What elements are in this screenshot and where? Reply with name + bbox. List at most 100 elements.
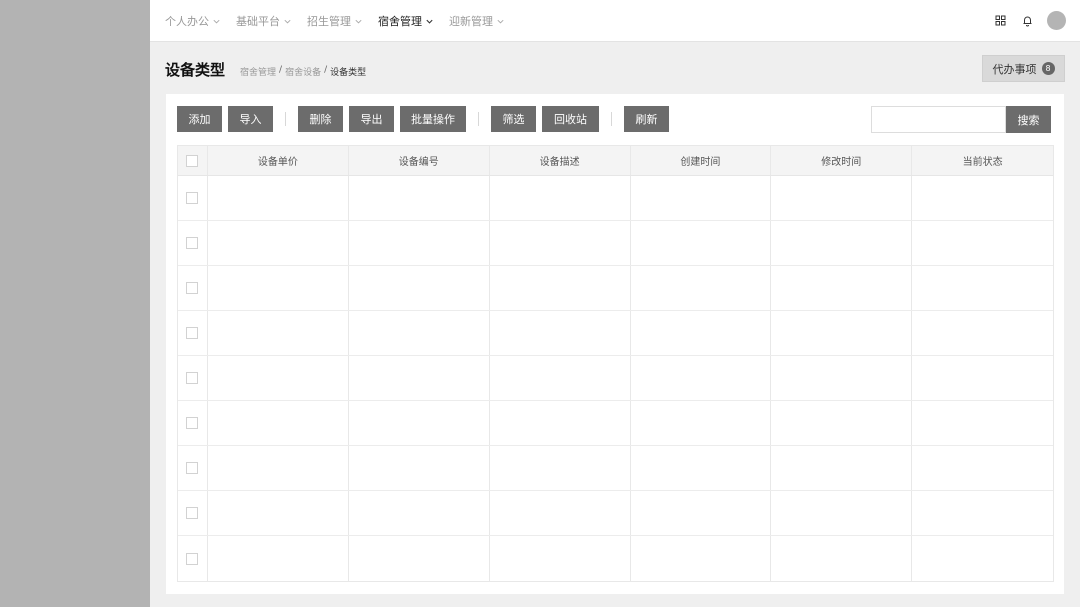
row-checkbox[interactable]	[186, 327, 199, 339]
apps-grid-icon[interactable]	[991, 12, 1009, 30]
chevron-down-icon	[426, 19, 433, 24]
row-checkbox[interactable]	[186, 462, 199, 474]
table-cell	[490, 491, 631, 535]
table-cell	[771, 446, 913, 490]
table-cell	[349, 221, 490, 265]
select-all-checkbox[interactable]	[186, 154, 199, 167]
table-cell	[631, 176, 772, 220]
row-checkbox-cell	[178, 311, 208, 355]
table-cell	[208, 221, 349, 265]
row-checkbox[interactable]	[186, 237, 199, 249]
row-checkbox[interactable]	[186, 372, 199, 384]
nav-item-orientation[interactable]: 迎新管理	[449, 13, 505, 29]
table-cell	[208, 311, 349, 355]
batch-operation-button[interactable]: 批量操作	[400, 106, 466, 132]
search-input[interactable]	[871, 106, 1006, 133]
bell-icon[interactable]	[1018, 12, 1036, 30]
table-cell	[631, 266, 772, 310]
table-cell	[349, 491, 490, 535]
table-cell	[349, 401, 490, 445]
toolbar-divider	[285, 112, 286, 126]
left-sidebar	[0, 0, 150, 607]
column-header[interactable]: 修改时间	[771, 146, 913, 175]
row-checkbox[interactable]	[186, 192, 199, 204]
table-row[interactable]	[178, 266, 1053, 311]
refresh-button[interactable]: 刷新	[624, 106, 669, 132]
table-row[interactable]	[178, 491, 1053, 536]
row-checkbox[interactable]	[186, 507, 199, 519]
export-button[interactable]: 导出	[349, 106, 394, 132]
table-row[interactable]	[178, 401, 1053, 446]
add-button[interactable]: 添加	[177, 106, 222, 132]
nav-item-enrollment[interactable]: 招生管理	[307, 13, 363, 29]
header-checkbox-cell	[178, 146, 208, 175]
row-checkbox[interactable]	[186, 417, 199, 429]
row-checkbox-cell	[178, 446, 208, 490]
avatar[interactable]	[1047, 11, 1066, 30]
table-cell	[631, 311, 772, 355]
table-cell	[208, 266, 349, 310]
table-cell	[490, 176, 631, 220]
todo-button[interactable]: 代办事项 8	[982, 55, 1065, 82]
table-cell	[912, 536, 1053, 581]
table-cell	[490, 221, 631, 265]
table-cell	[349, 446, 490, 490]
page-title: 设备类型	[165, 61, 226, 79]
table-cell	[631, 401, 772, 445]
search-button[interactable]: 搜索	[1006, 106, 1051, 133]
breadcrumb: 宿舍管理 / 宿舍设备 / 设备类型	[240, 65, 366, 78]
table-cell	[208, 401, 349, 445]
table-cell	[349, 176, 490, 220]
data-table: 设备单价 设备编号 设备描述 创建时间 修改时间 当前状态	[177, 145, 1054, 582]
table-cell	[771, 356, 913, 400]
table-row[interactable]	[178, 536, 1053, 581]
filter-button[interactable]: 筛选	[491, 106, 536, 132]
table-cell	[349, 356, 490, 400]
nav-item-label: 招生管理	[307, 15, 351, 28]
chevron-down-icon	[355, 19, 362, 23]
content-card: 添加 导入 删除 导出 批量操作 筛选 回收站 刷新 搜索 设备单价 设备编号 …	[166, 94, 1064, 594]
column-header[interactable]: 当前状态	[912, 146, 1053, 175]
table-cell	[771, 491, 913, 535]
table-cell	[490, 266, 631, 310]
table-cell	[208, 491, 349, 535]
table-cell	[912, 311, 1053, 355]
row-checkbox[interactable]	[186, 282, 199, 294]
row-checkbox-cell	[178, 221, 208, 265]
nav-item-dormitory[interactable]: 宿舍管理	[378, 13, 434, 29]
table-row[interactable]	[178, 311, 1053, 356]
column-header[interactable]: 创建时间	[631, 146, 772, 175]
row-checkbox[interactable]	[186, 552, 199, 565]
nav-item-base-platform[interactable]: 基础平台	[236, 13, 292, 29]
search-box: 搜索	[871, 106, 1051, 133]
chevron-down-icon	[497, 19, 504, 23]
chevron-down-icon	[213, 19, 220, 23]
todo-label: 代办事项	[992, 62, 1037, 76]
table-cell	[771, 221, 913, 265]
chevron-down-icon	[284, 19, 291, 23]
column-header[interactable]: 设备单价	[208, 146, 349, 175]
nav-item-personal-office[interactable]: 个人办公	[165, 13, 221, 29]
table-row[interactable]	[178, 176, 1053, 221]
table-cell	[631, 536, 772, 581]
table-cell	[771, 176, 913, 220]
import-button[interactable]: 导入	[228, 106, 273, 132]
breadcrumb-item-current: 设备类型	[330, 68, 367, 78]
table-cell	[490, 311, 631, 355]
column-header[interactable]: 设备描述	[490, 146, 631, 175]
top-nav: 个人办公 基础平台 招生管理 宿舍管理 迎新管理	[165, 0, 520, 42]
breadcrumb-item-dormitory[interactable]: 宿舍管理	[240, 65, 276, 78]
table-cell	[771, 266, 913, 310]
table-row[interactable]	[178, 446, 1053, 491]
delete-button[interactable]: 删除	[298, 106, 343, 132]
column-header[interactable]: 设备编号	[349, 146, 490, 175]
table-cell	[771, 401, 913, 445]
recycle-bin-button[interactable]: 回收站	[542, 106, 599, 132]
table-body	[178, 176, 1053, 581]
table-cell	[631, 446, 772, 490]
table-cell	[912, 266, 1053, 310]
table-cell	[912, 401, 1053, 445]
table-row[interactable]	[178, 356, 1053, 401]
table-row[interactable]	[178, 221, 1053, 266]
breadcrumb-item-equipment[interactable]: 宿舍设备	[285, 65, 321, 78]
